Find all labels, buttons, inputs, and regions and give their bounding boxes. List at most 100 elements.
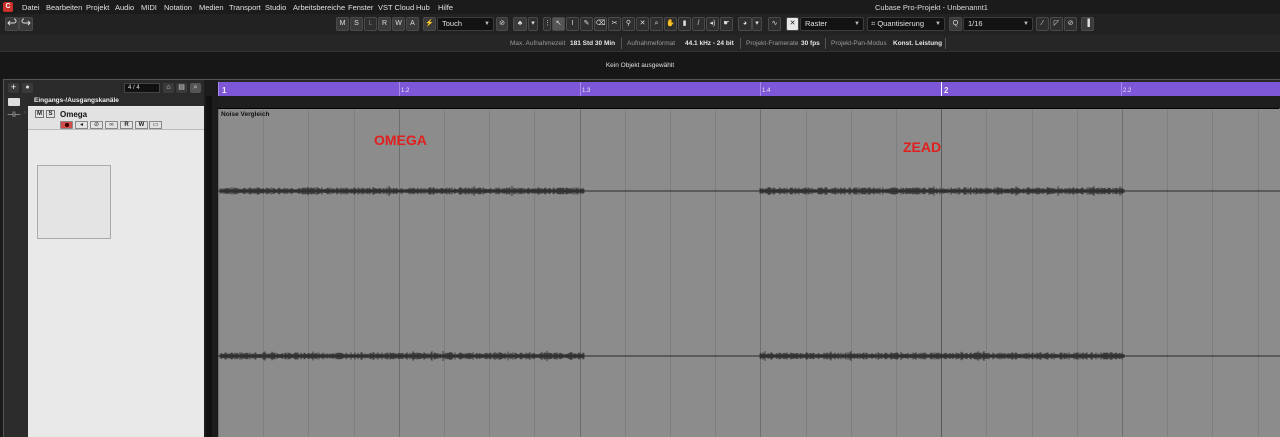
rec-format-value[interactable]: 44.1 kHz - 24 bit [685,40,734,47]
erase-tool-button[interactable]: ⌫ [594,17,607,31]
zoom-tool-button[interactable]: ⌕ [650,17,663,31]
mute-mode-button[interactable]: M [336,17,349,31]
split-tool-button[interactable]: ✂ [608,17,621,31]
glue-tool-button[interactable]: ⚲ [622,17,635,31]
toolbar: M S L R W A ⚡ Touch ▼ ⊘ ♣ ▾ ⋮ ↖ I ✎ ⌫ ✂ … [0,14,1280,35]
record-enable-button[interactable] [60,121,73,129]
pan-mode-value[interactable]: Konst. Leistung [893,40,942,47]
track-list: + ● 4 / 4 ⌂ ▤ ⌕ ⊣⊢ Eingangs-/Ausgangskan… [4,80,204,437]
grid-type-select[interactable]: Raster ▼ [800,17,864,31]
automation-mode-select[interactable]: Touch ▼ [437,17,494,31]
write-button[interactable]: W [135,121,148,129]
menu-bar: C Datei Bearbeiten Projekt Audio MIDI No… [0,0,1280,14]
event-display[interactable]: Noise Vergleich OMEGA ZEAD [218,109,1280,437]
mute-tool-button[interactable]: ✕ [636,17,649,31]
write-automation-button[interactable]: W [392,17,405,31]
info-line: Kein Objekt ausgewählt [0,51,1280,78]
menu-bearbeiten[interactable]: Bearbeiten [46,3,82,12]
ruler[interactable]: 1 1.2 1.3 1.4 2 2.2 [218,80,1280,108]
grid-type-value: Raster [805,19,828,28]
menu-datei[interactable]: Datei [22,3,40,12]
max-rec-label: Max. Aufnahmezeit [510,40,566,47]
track-list-settings-icon[interactable]: ▤ [176,83,187,93]
add-track-preset-icon[interactable]: ● [22,83,33,93]
track-expand-icon[interactable]: › [24,110,26,116]
line-tool-button[interactable]: / [692,17,705,31]
iterative-quantize-button[interactable]: ⁄ [1036,17,1049,31]
color-menu-button[interactable]: ♣ [513,17,527,31]
color-tool-button[interactable]: ☛ [720,17,733,31]
cubase-logo-icon: C [3,2,13,12]
quantize-mode-select[interactable]: ⌗ Quantisierung ▼ [867,17,945,31]
menu-midi[interactable]: MIDI [141,3,157,12]
play-tool-button[interactable]: ◂) [706,17,719,31]
comp-tool-button[interactable]: ▮ [678,17,691,31]
monitor-button[interactable]: ◂ [75,121,88,129]
max-rec-value: 181 Std 30 Min [570,40,616,47]
track-picture-placeholder[interactable] [37,165,111,239]
no-selection-text: Kein Objekt ausgewählt [605,62,675,69]
range-tool-button[interactable]: I [566,17,579,31]
listen-mode-button[interactable]: L [364,17,377,31]
ruler-label-1-4: 1.4 [762,88,771,94]
snap-chevron-icon[interactable]: ▾ [752,17,762,31]
snap-status-icon[interactable]: ◕ [738,17,752,31]
read-automation-button[interactable]: R [378,17,391,31]
menu-hilfe[interactable]: Hilfe [438,3,453,12]
timebase-button[interactable]: ⊘ [90,121,103,129]
edit-channel-icon[interactable]: ▭ [149,121,162,129]
rec-format-label[interactable]: Aufnahmeformat [627,40,675,47]
track-list-header [4,80,204,95]
snap-toggle-button[interactable]: ∿ [768,17,781,31]
redo-button[interactable] [19,17,33,31]
menu-arbeitsbereiche[interactable]: Arbeitsbereiche [293,3,345,12]
framerate-value[interactable]: 30 fps [801,40,820,47]
track-visibility-icon[interactable]: ⌂ [163,83,174,93]
quantize-reset-button[interactable]: ⊘ [1064,17,1077,31]
undo-button[interactable] [5,17,19,31]
ruler-label-1-2: 1.2 [401,88,410,94]
framerate-label[interactable]: Projekt-Framerate [746,40,798,47]
audio-waveform [218,185,1280,362]
menu-transport[interactable]: Transport [229,3,261,12]
automation-settings-button[interactable]: ⊘ [496,17,508,31]
track-solo-button[interactable]: S [46,110,55,118]
menu-hub[interactable]: Hub [416,3,430,12]
divider [825,38,826,49]
lock-icon[interactable]: ∞ [105,121,118,129]
menu-studio[interactable]: Studio [265,3,286,12]
color-menu-chevron-icon[interactable]: ▾ [528,17,538,31]
track-counter[interactable]: 4 / 4 [124,83,160,93]
quantize-icon[interactable]: Q [949,17,962,31]
add-track-button[interactable]: + [8,83,19,93]
menu-vst-cloud[interactable]: VST Cloud [378,3,414,12]
menu-projekt[interactable]: Projekt [86,3,109,12]
ruler-lower-strip [218,96,1280,108]
ruler-label-2: 2 [944,86,949,95]
search-icon[interactable]: ⌕ [190,83,201,93]
folder-track-label: Eingangs-/Ausgangskanäle [34,97,119,104]
read-button[interactable]: R [120,121,133,129]
automation-all-button[interactable]: A [406,17,419,31]
chevron-down-icon: ▼ [484,21,490,27]
track-mute-button[interactable]: M [35,110,44,118]
layout-button[interactable]: ▐ [1081,17,1094,31]
chevron-down-icon: ▼ [854,21,860,27]
draw-tool-button[interactable]: ✎ [580,17,593,31]
ruler-label-1-3: 1.3 [582,88,591,94]
automation-mode-value: Touch [442,19,463,28]
menu-notation[interactable]: Notation [164,3,192,12]
menu-medien[interactable]: Medien [199,3,224,12]
menu-fenster[interactable]: Fenster [348,3,373,12]
solo-mode-button[interactable]: S [350,17,363,31]
grid-icon[interactable]: ✕ [786,17,799,31]
object-select-tool-button[interactable]: ↖ [552,17,565,31]
quantize-value-select[interactable]: 1/16 ▼ [963,17,1033,31]
automation-mode-icon: ⚡ [423,17,436,31]
swing-button[interactable]: ◸ [1050,17,1063,31]
tool-handle-icon: ⋮ [543,17,551,31]
hand-tool-button[interactable]: ✋ [664,17,677,31]
pan-mode-label[interactable]: Projekt-Pan-Modus [831,40,887,47]
track-name[interactable]: Omega [60,110,87,119]
menu-audio[interactable]: Audio [115,3,134,12]
